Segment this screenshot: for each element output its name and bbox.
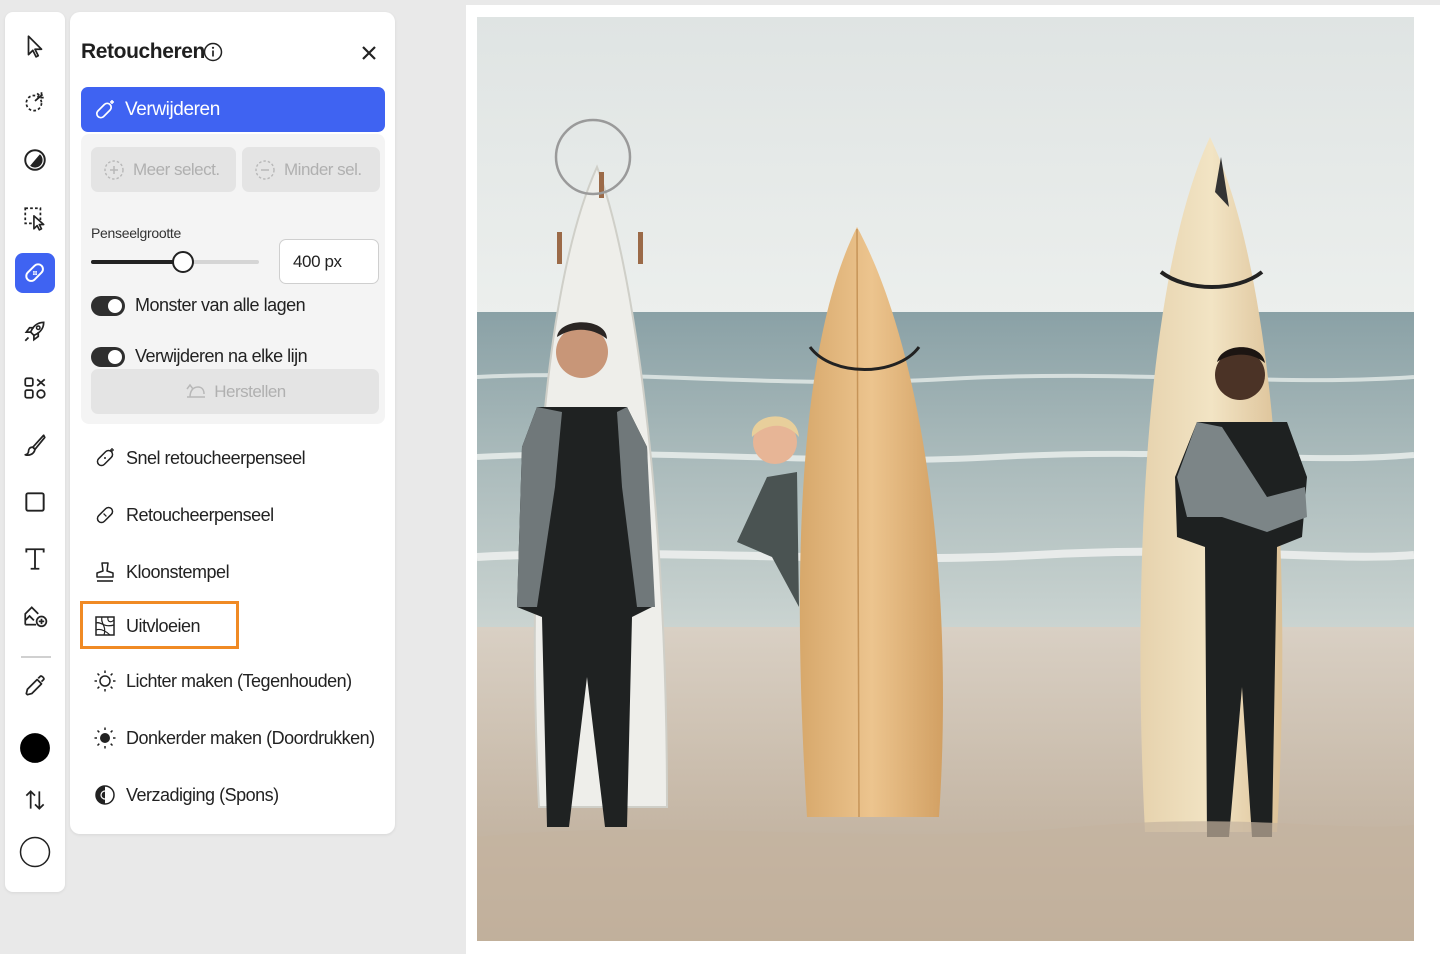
beach-surfers-photo[interactable] xyxy=(477,17,1414,941)
swap-colors-button[interactable] xyxy=(15,780,55,820)
more-select-button[interactable]: Meer select. xyxy=(91,147,236,192)
bandage-sparkle-icon xyxy=(95,99,114,119)
brush-size-slider-thumb[interactable] xyxy=(172,251,195,273)
restore-label: Herstellen xyxy=(214,381,286,401)
tool-item-smudge[interactable]: Uitvloeien xyxy=(93,614,201,638)
healing-brush-icon xyxy=(96,506,114,524)
less-select-label: Minder sel. xyxy=(284,159,362,179)
retouch-panel: Retoucheren Verwijderen Meer select. Min… xyxy=(70,12,395,834)
tool-item-label: Uitvloeien xyxy=(126,615,201,636)
remove-after-each-stroke-toggle-row[interactable]: Verwijderen na elke lijn xyxy=(91,346,308,367)
panel-title: Retoucheren xyxy=(81,40,205,63)
eyedropper-icon xyxy=(25,675,45,696)
subtract-selection-icon xyxy=(255,159,275,180)
adjust-tool-button[interactable] xyxy=(15,140,55,180)
spot-healing-icon xyxy=(96,448,114,467)
rocket-icon xyxy=(24,321,45,342)
clone-stamp-icon xyxy=(96,562,114,582)
close-icon[interactable] xyxy=(358,42,380,64)
retouch-tool-button[interactable] xyxy=(15,253,55,293)
more-select-label: Meer select. xyxy=(133,159,220,179)
brush-icon xyxy=(24,434,46,456)
remove-options: Meer select. Minder sel. Penseelgrootte … xyxy=(81,134,385,424)
brush-size-slider[interactable] xyxy=(91,251,259,273)
brush-size-label: Penseelgrootte xyxy=(91,225,181,241)
add-selection-icon xyxy=(104,159,124,180)
shape-tool-button[interactable] xyxy=(15,482,55,522)
info-icon[interactable] xyxy=(203,42,223,62)
brush-size-slider-fill xyxy=(91,260,184,264)
photo-illustration xyxy=(477,17,1414,941)
undo-icon xyxy=(186,383,206,398)
brush-tool-button[interactable] xyxy=(15,425,55,465)
sample-all-layers-label: Monster van alle lagen xyxy=(135,295,306,315)
brush-size-input[interactable]: 400 px xyxy=(279,239,379,284)
background-color-icon xyxy=(19,836,51,868)
select-tool-button[interactable] xyxy=(15,26,55,66)
restore-button[interactable]: Herstellen xyxy=(91,369,379,414)
rectangle-icon xyxy=(25,492,45,512)
remove-button-label: Verwijderen xyxy=(125,98,220,120)
saturation-icon xyxy=(95,785,115,805)
text-tool-button[interactable] xyxy=(15,539,55,579)
eyedropper-tool-button[interactable] xyxy=(15,666,55,706)
sample-all-layers-toggle[interactable] xyxy=(91,295,125,316)
magic-select-icon xyxy=(25,92,44,112)
quick-actions-tool-button[interactable] xyxy=(15,311,55,351)
sample-all-layers-toggle-row[interactable]: Monster van alle lagen xyxy=(91,295,306,316)
left-toolbar xyxy=(5,12,65,892)
tool-item-label: Kloonstempel xyxy=(126,561,230,582)
less-select-button[interactable]: Minder sel. xyxy=(242,147,380,192)
arrow-pointer-icon xyxy=(27,35,43,58)
transform-tool-button[interactable] xyxy=(15,198,55,238)
tool-item-healing-brush[interactable]: Retoucheerpenseel xyxy=(93,503,274,527)
text-icon xyxy=(25,548,45,570)
sun-outline-icon xyxy=(94,670,116,692)
toolbar-divider xyxy=(21,656,51,658)
sun-filled-icon xyxy=(94,727,116,749)
smudge-icon xyxy=(95,616,115,636)
tool-item-spot-healing[interactable]: Snel retoucheerpenseel xyxy=(93,446,306,470)
foreground-color-icon xyxy=(20,733,50,763)
tool-item-clone-stamp[interactable]: Kloonstempel xyxy=(93,560,230,584)
foreground-color-swatch[interactable] xyxy=(15,728,55,768)
generative-fill-tool-button[interactable] xyxy=(15,596,55,636)
tool-item-label: Lichter maken (Tegenhouden) xyxy=(126,670,352,691)
tool-item-label: Verzadiging (Spons) xyxy=(126,784,279,805)
tool-item-sponge[interactable]: Verzadiging (Spons) xyxy=(93,783,279,807)
elements-grid-icon xyxy=(24,377,46,399)
quick-select-tool-button[interactable] xyxy=(15,82,55,122)
remove-button[interactable]: Verwijderen xyxy=(81,87,385,132)
remove-after-each-stroke-label: Verwijderen na elke lijn xyxy=(135,346,308,366)
tool-item-burn[interactable]: Donkerder maken (Doordrukken) xyxy=(93,726,375,750)
bandage-icon xyxy=(25,263,44,282)
swap-arrows-icon xyxy=(25,790,45,810)
canvas-area[interactable] xyxy=(466,5,1440,954)
remove-after-each-stroke-toggle[interactable] xyxy=(91,346,125,367)
tool-item-label: Retoucheerpenseel xyxy=(126,504,274,525)
tool-item-label: Snel retoucheerpenseel xyxy=(126,447,306,468)
add-elements-tool-button[interactable] xyxy=(15,368,55,408)
tool-item-dodge[interactable]: Lichter maken (Tegenhouden) xyxy=(93,669,352,693)
background-color-swatch[interactable] xyxy=(15,832,55,872)
image-add-icon xyxy=(24,606,48,628)
tool-item-label: Donkerder maken (Doordrukken) xyxy=(126,727,375,748)
transform-select-icon xyxy=(24,207,45,231)
adjust-circle-icon xyxy=(24,149,46,171)
